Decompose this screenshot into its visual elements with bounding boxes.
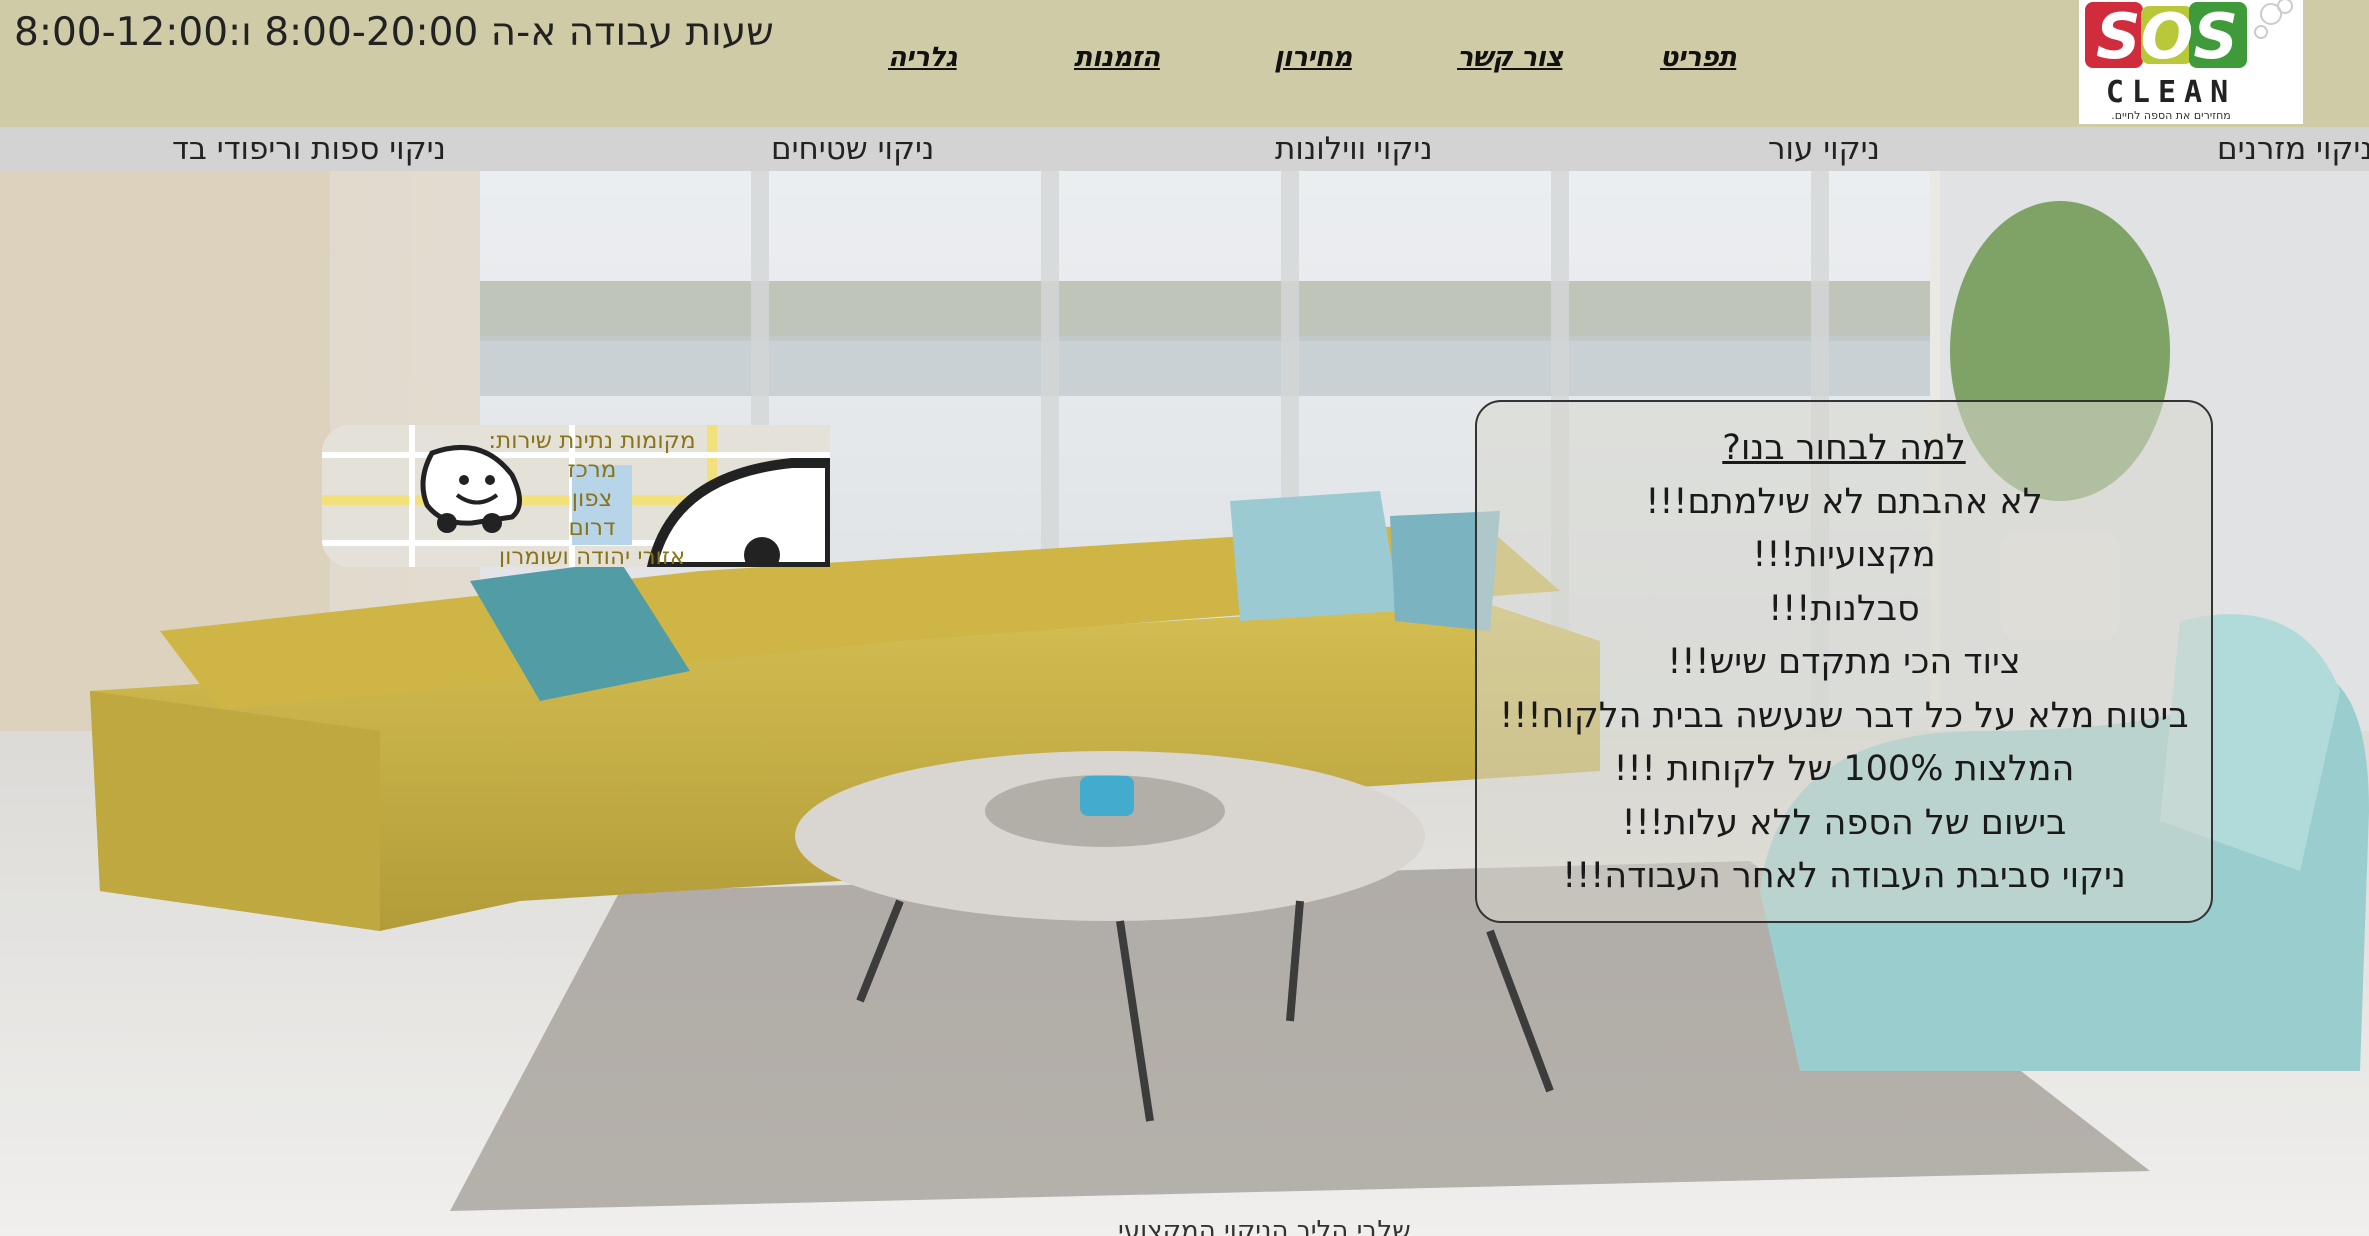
- nav-menu[interactable]: תפריט: [1660, 42, 1737, 73]
- area-south: דרום: [568, 515, 616, 541]
- services-bar: ניקוי מזרנים ניקוי עור ניקוי ווילונות ני…: [0, 127, 2369, 171]
- why-item: סבלנות!!!: [1768, 588, 1920, 629]
- why-item: בישום של הספה ללא עלות!!!: [1621, 802, 2067, 843]
- service-areas-card[interactable]: מקומות נתינת שירות: מרכז צפון דרום אזורי…: [322, 425, 830, 567]
- why-item: ביטוח מלא על כל דבר שנעשה בבית הלקוח!!!: [1499, 695, 2189, 736]
- process-caption: שלבי הליך הניקוי המקצועי: [1118, 1216, 1411, 1236]
- why-title[interactable]: למה לבחור בנו?: [1477, 422, 2211, 476]
- service-curtains[interactable]: ניקוי ווילונות: [1275, 131, 1433, 167]
- nav-orders[interactable]: הזמנות: [1074, 42, 1160, 73]
- nav-gallery[interactable]: גלריה: [888, 42, 957, 73]
- logo-clean-text: CLEAN: [2106, 75, 2236, 110]
- why-item: לא אהבתם לא שילמתם!!!: [1645, 481, 2043, 522]
- nav-prices[interactable]: מחירון: [1274, 42, 1352, 73]
- logo-tagline: מחזירים את הספה לחיים.: [2111, 109, 2231, 122]
- work-hours: שעות עבודה א-ה 8:00-20:00 ו:8:00-12:00: [14, 10, 774, 55]
- service-mattress[interactable]: ניקוי מזרנים: [2217, 131, 2369, 167]
- why-item: ניקוי סביבת העבודה לאחר העבודה!!!: [1562, 856, 2126, 896]
- service-sofas[interactable]: ניקוי ספות וריפודי בד: [172, 131, 446, 167]
- area-judea-samaria: אזורי יהודה ושומרון: [498, 544, 686, 567]
- service-leather[interactable]: ניקוי עור: [1768, 131, 1880, 167]
- why-choose-us-box: למה לבחור בנו? לא אהבתם לא שילמתם!!! מקצ…: [1475, 400, 2213, 923]
- why-item: המלצות 100% של לקוחות !!!: [1613, 749, 2075, 789]
- service-areas-list: מקומות נתינת שירות: מרכז צפון דרום אזורי…: [472, 427, 712, 567]
- logo-sos-text: SOS: [2096, 0, 2238, 73]
- logo-graphic: SOS CLEAN מחזירים את הספה לחיים.: [2085, 0, 2293, 122]
- why-item: מקצועיות!!!: [1752, 535, 1936, 575]
- area-center: מרכז: [567, 457, 617, 483]
- sos-clean-logo[interactable]: SOS CLEAN מחזירים את הספה לחיים.: [2079, 0, 2303, 124]
- nav-contact[interactable]: צור קשר: [1457, 42, 1563, 73]
- area-north: צפון: [571, 486, 613, 512]
- areas-title: מקומות נתינת שירות:: [488, 428, 696, 454]
- why-item: ציוד הכי מתקדם שיש!!!: [1667, 642, 2021, 682]
- service-carpets[interactable]: ניקוי שטיחים: [771, 131, 934, 167]
- site-header: שעות עבודה א-ה 8:00-20:00 ו:8:00-12:00 ת…: [0, 0, 2369, 127]
